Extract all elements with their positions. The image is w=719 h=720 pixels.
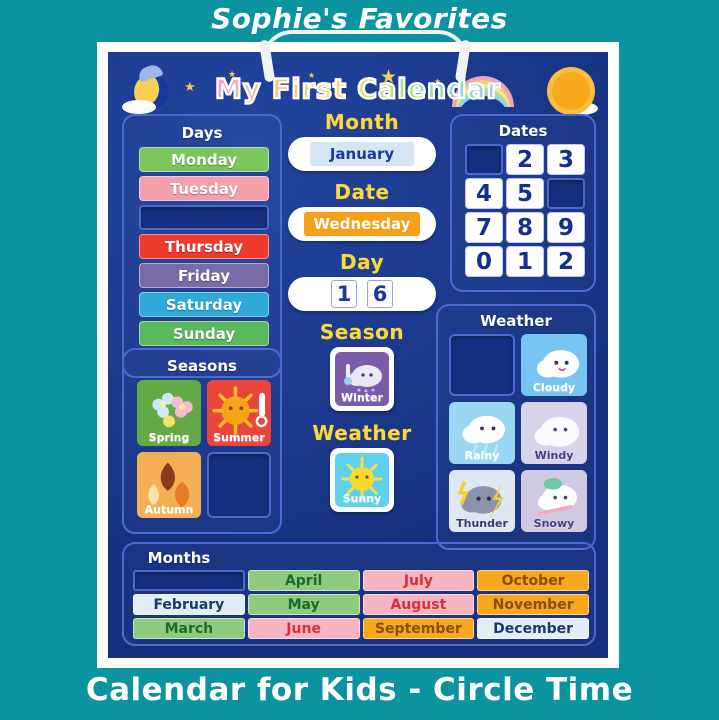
month-chip-september[interactable]: September — [362, 618, 475, 639]
weather-panel: Weather Cloudy Rainy Windy Thunder Snowy — [436, 304, 596, 550]
card-label: Summer — [213, 431, 265, 444]
day-field-label: Day — [339, 250, 385, 275]
card-label: Snowy — [533, 517, 575, 530]
month-slot-empty[interactable] — [133, 570, 245, 591]
month-chip-august[interactable]: August — [362, 594, 475, 615]
date-tile[interactable]: 0 — [465, 246, 503, 277]
card-label: Cloudy — [532, 381, 576, 394]
date-tile[interactable]: 1 — [506, 246, 544, 277]
date-tile[interactable]: 7 — [465, 212, 503, 243]
day-chip-saturday[interactable]: Saturday — [139, 292, 269, 317]
day-chip-sunday[interactable]: Sunday — [139, 321, 269, 346]
date-tile[interactable]: 5 — [506, 178, 544, 209]
date-tile[interactable]: 2 — [547, 246, 585, 277]
card-autumn[interactable]: Autumn — [137, 452, 201, 518]
day-chip-tuesday[interactable]: Tuesday — [139, 176, 269, 201]
month-chip-july[interactable]: July — [362, 570, 475, 591]
season-field-label: Season — [319, 320, 405, 345]
dates-title: Dates — [498, 122, 548, 140]
month-chip-march[interactable]: March — [133, 618, 245, 639]
seasons-slot-empty[interactable] — [207, 452, 271, 518]
center-fields: Month January Date Wednesday Day 16 Seas… — [288, 110, 436, 512]
weather-field-slot[interactable]: Sunny — [330, 448, 394, 512]
season-card[interactable]: Winter — [335, 352, 389, 406]
days-panel: Days Monday Tuesday Thursday Friday Saturday… — [122, 114, 282, 378]
day-field-slot[interactable]: 16 — [288, 277, 436, 311]
day-chip-friday[interactable]: Friday — [139, 263, 269, 288]
day-digit-tile[interactable]: 1 — [331, 280, 357, 308]
date-field-slot[interactable]: Wednesday — [288, 207, 436, 241]
months-panel-title: Months — [147, 549, 211, 567]
date-slot-empty[interactable] — [465, 144, 503, 175]
date-tile[interactable]: 3 — [547, 144, 585, 175]
seasons-panel-title: Seasons — [167, 357, 237, 375]
date-field-value[interactable]: Wednesday — [303, 212, 421, 236]
card-label: Spring — [148, 431, 190, 444]
month-chip-may[interactable]: May — [247, 594, 360, 615]
month-field-slot[interactable]: January — [288, 137, 436, 171]
days-list: Monday Tuesday Thursday Friday Saturday Sunda… — [139, 147, 269, 350]
card-windy[interactable]: Windy — [521, 402, 587, 464]
weather-slot-empty[interactable] — [449, 334, 515, 396]
card-spring[interactable]: Spring — [137, 380, 201, 446]
day-chip-thursday[interactable]: Thursday — [139, 234, 269, 259]
card-rainy[interactable]: Rainy — [449, 402, 515, 464]
date-tile[interactable]: 9 — [547, 212, 585, 243]
dates-panel: Dates 2345789012 — [450, 114, 596, 292]
card-label: Rainy — [464, 449, 500, 462]
month-chip-december[interactable]: December — [477, 618, 589, 639]
weather-card-label: Sunny — [342, 492, 382, 505]
weather-card[interactable]: Sunny — [335, 453, 389, 507]
weather-options-grid: Cloudy Rainy Windy Thunder Snowy — [448, 334, 588, 532]
card-label: Autumn — [144, 503, 194, 516]
dates-grid: 2345789012 — [463, 144, 587, 277]
season-card-label: Winter — [341, 391, 383, 404]
day-slot-empty[interactable] — [139, 205, 269, 230]
month-field-value[interactable]: January — [310, 142, 414, 166]
day-digit-group: 16 — [326, 280, 398, 308]
date-tile[interactable]: 4 — [465, 178, 503, 209]
card-cloudy[interactable]: Cloudy — [521, 334, 587, 396]
months-grid: April July October February May August Novembe… — [133, 570, 589, 639]
month-chip-february[interactable]: February — [133, 594, 245, 615]
month-field-label: Month — [324, 110, 400, 135]
weather-field-label: Weather — [312, 421, 412, 446]
month-chip-june[interactable]: June — [247, 618, 360, 639]
seasons-panel: Seasons Spring Summer Autumn — [122, 348, 282, 534]
seasons-options-grid: Spring Summer Autumn — [136, 380, 272, 518]
bottom-caption: Calendar for Kids - Circle Time — [85, 672, 634, 708]
day-chip-monday[interactable]: Monday — [139, 147, 269, 172]
screenshot-stage: Sophie's Favorites ★ ★ ★ ★ ★ My First Ca… — [0, 0, 719, 720]
month-chip-october[interactable]: October — [477, 570, 589, 591]
months-panel: Months April July October February May August… — [122, 542, 596, 646]
calendar-board: ★ ★ ★ ★ ★ My First Calendar Days MondayT… — [108, 52, 608, 658]
month-chip-april[interactable]: April — [247, 570, 360, 591]
season-field-slot[interactable]: Winter — [330, 347, 394, 411]
card-label: Thunder — [456, 517, 508, 530]
days-title: Days — [181, 124, 223, 142]
date-slot-empty[interactable] — [547, 178, 585, 209]
card-thunder[interactable]: Thunder — [449, 470, 515, 532]
date-tile[interactable]: 2 — [506, 144, 544, 175]
card-snowy[interactable]: Snowy — [521, 470, 587, 532]
hanging-arc — [262, 30, 468, 60]
banner-title: My First Calendar — [108, 73, 608, 106]
date-tile[interactable]: 8 — [506, 212, 544, 243]
card-label: Windy — [534, 449, 574, 462]
month-chip-november[interactable]: November — [477, 594, 589, 615]
card-summer[interactable]: Summer — [207, 380, 271, 446]
date-field-label: Date — [334, 180, 390, 205]
day-digit-tile[interactable]: 6 — [367, 280, 393, 308]
weather-panel-title: Weather — [480, 312, 552, 330]
